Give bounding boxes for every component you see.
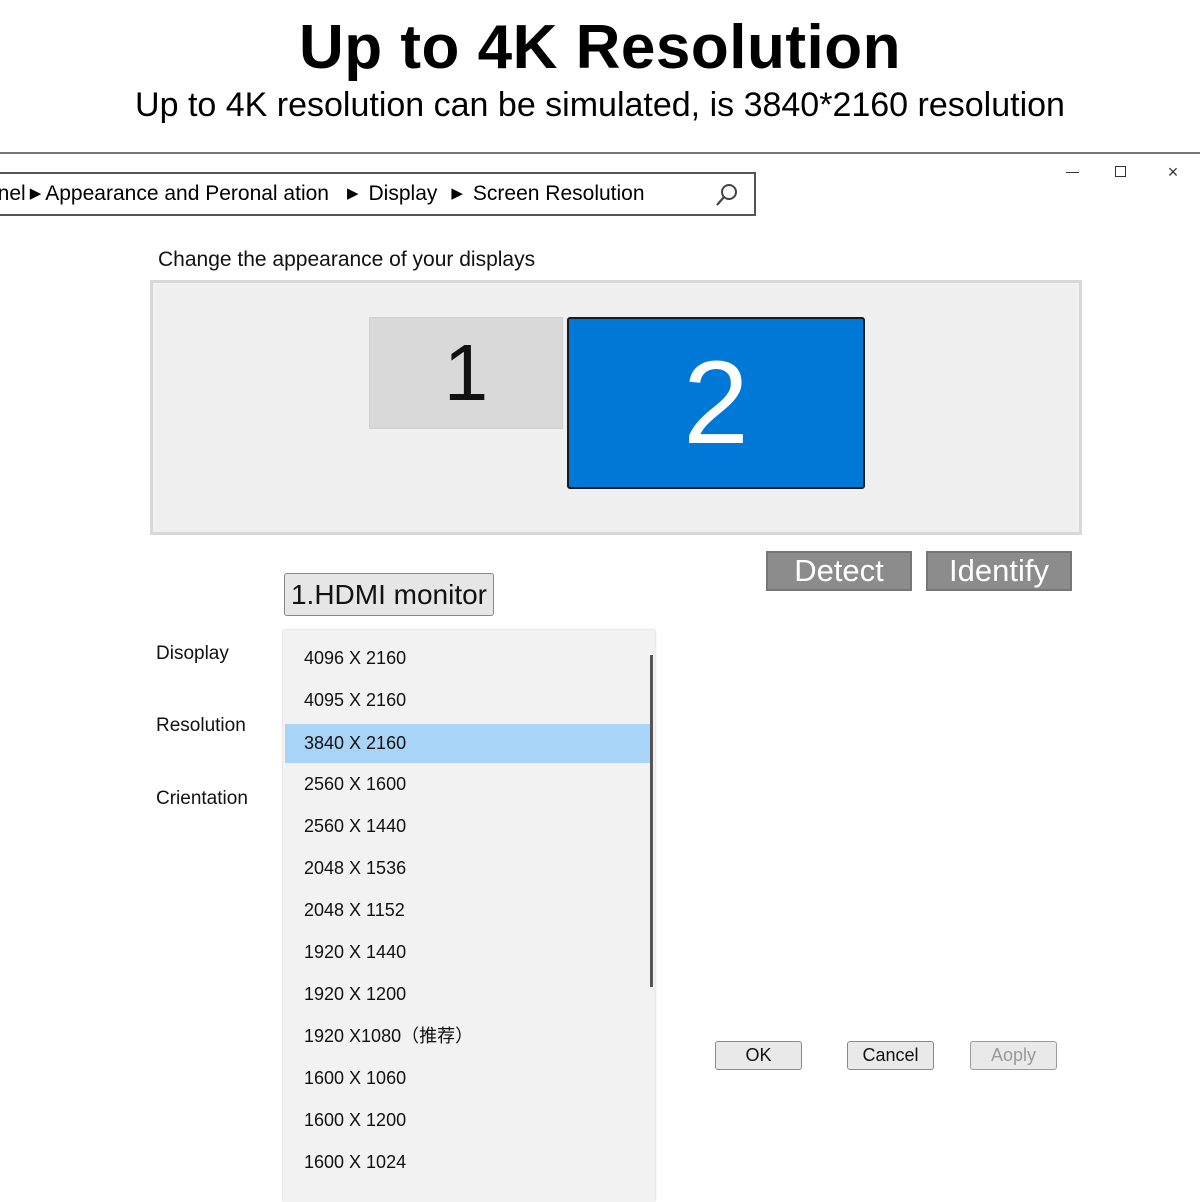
resolution-option[interactable]: 2048 X 1152 [285, 891, 650, 930]
breadcrumb-display[interactable]: Display [369, 182, 438, 206]
monitor-2-tile[interactable]: 2 [567, 317, 865, 489]
close-button[interactable]: × [1153, 158, 1193, 186]
breadcrumb-appearance[interactable]: Appearance and Peronal ation [45, 182, 329, 206]
breadcrumb-separator-icon: ▶ [29, 185, 42, 202]
list-scrollbar[interactable] [650, 655, 653, 987]
ok-button[interactable]: OK [715, 1041, 802, 1070]
close-icon: × [1167, 162, 1179, 182]
resolution-option[interactable]: 1920 X 1440 [285, 933, 650, 972]
breadcrumb-separator-icon: ▶ [346, 185, 359, 202]
resolution-option[interactable]: 1600 X 1200 [285, 1101, 650, 1140]
banner-headline: Up to 4K Resolution [299, 13, 901, 82]
banner-subline: Up to 4K resolution can be simulated, is… [135, 86, 1065, 124]
minimize-icon [1066, 172, 1079, 173]
resolution-option[interactable]: 1600 X 1060 [285, 1059, 650, 1098]
detect-button[interactable]: Detect [766, 551, 912, 591]
resolution-option-selected[interactable]: 3840 X 2160 [285, 724, 650, 763]
maximize-button[interactable] [1101, 158, 1141, 186]
resolution-option[interactable]: 1920 X1080（推荐） [285, 1017, 650, 1056]
resolution-label: Resolution [156, 715, 246, 736]
breadcrumb-control-panel[interactable]: anel [0, 182, 26, 206]
display-label: Disoplay [156, 643, 229, 664]
resolution-option[interactable]: 4096 X 2160 [285, 639, 650, 678]
address-bar[interactable]: anel ▶ Appearance and Peronal ation ▶ Di… [0, 172, 756, 216]
search-icon[interactable] [714, 182, 740, 208]
breadcrumb-screen-resolution[interactable]: Screen Resolution [473, 182, 645, 206]
section-title: Change the appearance of your displays [158, 248, 536, 271]
resolution-option[interactable]: 1600 X 1024 [285, 1143, 650, 1182]
resolution-option[interactable]: 2560 X 1600 [285, 765, 650, 804]
display-select[interactable]: 1.HDMI monitor [284, 573, 494, 616]
resolution-dropdown-list[interactable]: 4096 X 2160 4095 X 2160 3840 X 2160 2560… [283, 630, 655, 1202]
breadcrumb-separator-icon: ▶ [451, 185, 463, 202]
identify-button[interactable]: Identify [926, 551, 1072, 591]
resolution-option[interactable]: 2560 X 1440 [285, 807, 650, 846]
cancel-button[interactable]: Cancel [847, 1041, 934, 1070]
monitor-1-tile[interactable]: 1 [369, 317, 563, 429]
minimize-button[interactable] [1052, 158, 1092, 186]
display-arrangement-panel: 1 2 [150, 280, 1082, 535]
maximize-icon [1115, 166, 1126, 177]
window-top-border [0, 152, 1200, 154]
orientation-label: Crientation [156, 788, 248, 809]
resolution-option[interactable]: 2048 X 1536 [285, 849, 650, 888]
apply-button[interactable]: Aoply [970, 1041, 1057, 1070]
resolution-option[interactable]: 4095 X 2160 [285, 681, 650, 720]
resolution-option[interactable]: 1920 X 1200 [285, 975, 650, 1014]
